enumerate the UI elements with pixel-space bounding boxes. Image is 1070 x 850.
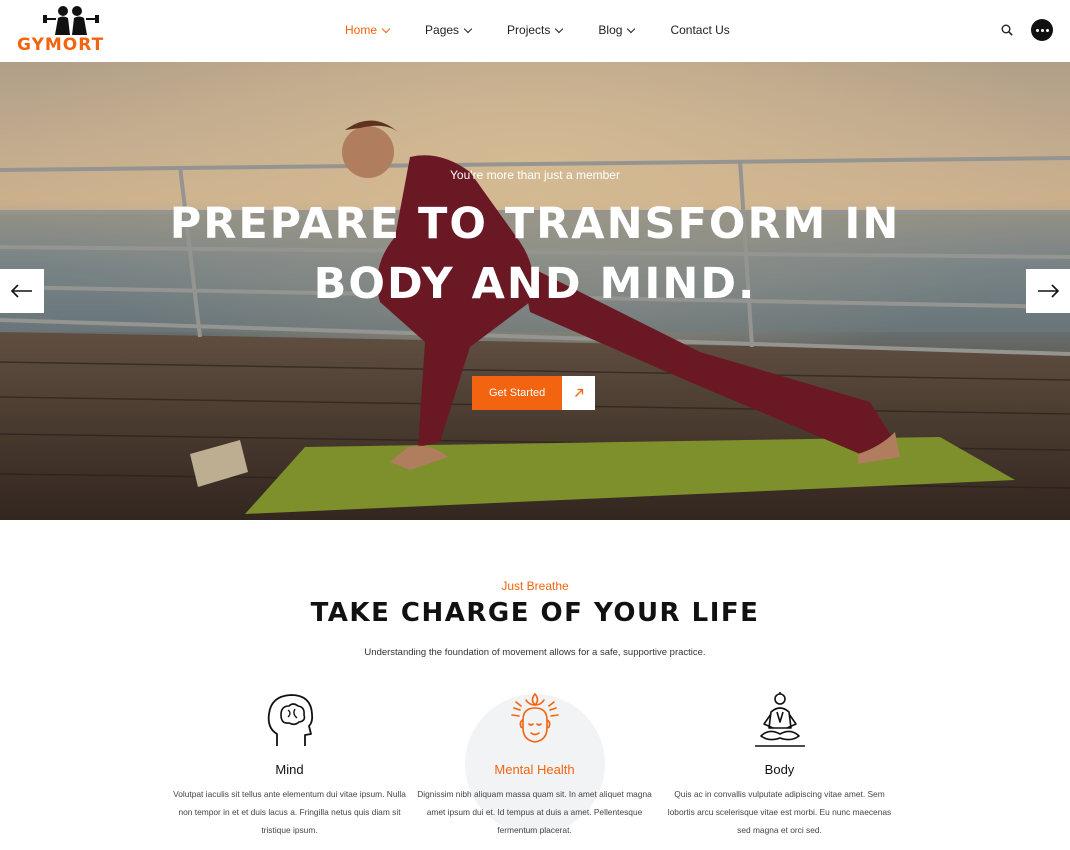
slider-next-button[interactable]	[1026, 269, 1070, 313]
get-started-label: Get Started	[472, 376, 563, 410]
chevron-down-icon	[381, 24, 391, 33]
site-header: GYMORT Home Pages Projects Blog Contact …	[0, 0, 1070, 62]
feature-card-mind[interactable]: Mind Volutpat iaculis sit tellus ante el…	[172, 690, 407, 839]
get-started-button[interactable]: Get Started	[472, 376, 596, 410]
feature-card-mental-health[interactable]: Mental Health Dignissim nibh aliquam mas…	[417, 690, 652, 839]
feature-card-body[interactable]: Body Quis ac in convallis vulputate adip…	[662, 690, 897, 839]
hero-eyebrow: You're more than just a member	[450, 168, 620, 182]
hero-title: PREPARE TO TRANSFORM IN BODY AND MIND.	[169, 199, 901, 309]
more-icon[interactable]	[1031, 19, 1053, 41]
nav-item-label: Projects	[507, 23, 551, 37]
meditation-pose-icon	[754, 692, 805, 747]
logo-athletes-icon	[43, 6, 99, 35]
dot	[1045, 28, 1049, 32]
nav-item-label: Home	[345, 23, 378, 37]
hero-slider: You're more than just a member PREPARE T…	[0, 62, 1070, 520]
chevron-down-icon	[627, 24, 636, 33]
brand-logo[interactable]: GYMORT	[17, 5, 123, 55]
chevron-down-icon	[555, 24, 564, 33]
nav-item-label: Pages	[425, 23, 460, 37]
nav-item-home[interactable]: Home	[345, 23, 391, 37]
arrow-left-icon	[11, 284, 32, 298]
nav-item-pages[interactable]: Pages	[425, 23, 473, 37]
logo-wordmark: GYMORT	[17, 35, 105, 55]
arrow-up-right-icon	[562, 376, 596, 410]
chevron-down-icon	[463, 24, 473, 33]
feature-title: Body	[764, 762, 795, 777]
section-title: TAKE CHARGE OF YOUR LIFE	[310, 598, 760, 628]
meditating-head-icon	[510, 692, 559, 743]
arrow-right-icon	[1038, 284, 1059, 298]
dot	[1035, 28, 1039, 32]
slider-prev-button[interactable]	[0, 269, 44, 313]
section-description: Understanding the foundation of movement…	[364, 647, 706, 658]
dot	[1040, 28, 1044, 32]
main-nav: Home Pages Projects Blog Contact Us	[345, 23, 766, 37]
feature-text: Volutpat iaculis sit tellus ante element…	[173, 789, 406, 835]
nav-item-projects[interactable]: Projects	[507, 23, 564, 37]
section-eyebrow: Just Breathe	[501, 579, 569, 593]
brain-head-icon	[267, 694, 313, 746]
feature-text: Dignissim nibh aliquam massa quam sit. I…	[417, 789, 652, 835]
feature-title: Mental Health	[494, 762, 575, 777]
nav-item-blog[interactable]: Blog	[598, 23, 636, 37]
nav-item-contact[interactable]: Contact Us	[670, 23, 729, 37]
feature-text: Quis ac in convallis vulputate adipiscin…	[667, 789, 892, 835]
feature-title: Mind	[275, 762, 304, 777]
nav-item-label: Blog	[598, 23, 623, 37]
nav-item-label: Contact Us	[670, 23, 730, 37]
search-icon[interactable]	[1001, 24, 1013, 36]
